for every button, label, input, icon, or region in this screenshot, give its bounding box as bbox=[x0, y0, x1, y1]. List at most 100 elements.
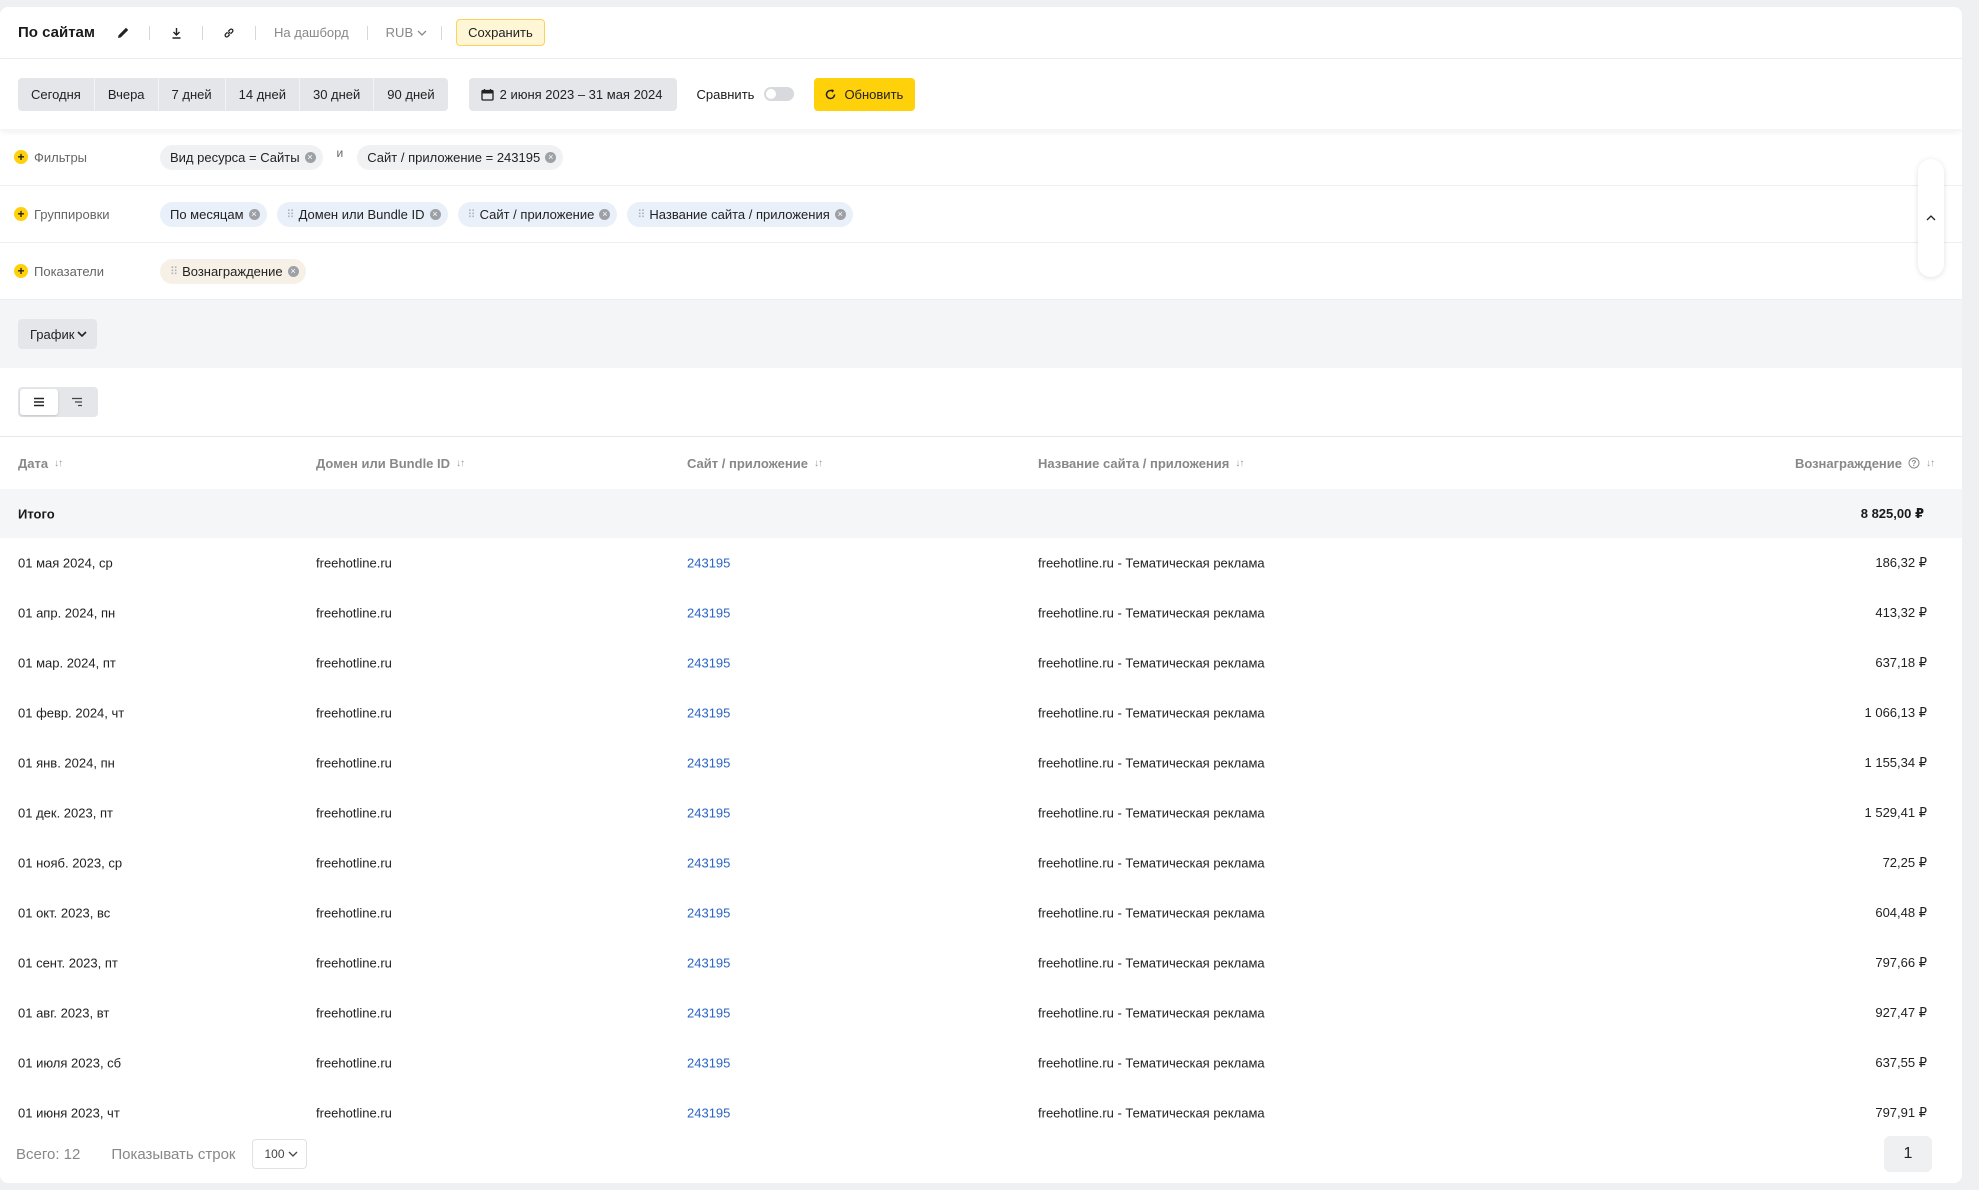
remove-chip-icon[interactable]: × bbox=[304, 151, 316, 163]
list-icon bbox=[34, 397, 44, 407]
drag-handle-icon[interactable]: ⠿ bbox=[170, 265, 178, 278]
remove-chip-icon[interactable]: × bbox=[599, 208, 611, 220]
cell-site-link[interactable]: 243195 bbox=[687, 806, 730, 821]
cell-site-link[interactable]: 243195 bbox=[687, 906, 730, 921]
page-button[interactable]: 1 bbox=[1884, 1136, 1932, 1172]
cell-domain: freehotline.ru bbox=[316, 605, 392, 621]
cell-site-name: freehotline.ru - Тематическая реклама bbox=[1038, 1005, 1265, 1021]
save-button[interactable]: Сохранить bbox=[456, 19, 545, 46]
cell-site-link[interactable]: 243195 bbox=[687, 856, 730, 871]
column-header-reward[interactable]: Вознаграждение ? ↓↑ bbox=[1795, 456, 1935, 471]
cell-site-name: freehotline.ru - Тематическая реклама bbox=[1038, 605, 1265, 621]
add-grouping-button[interactable]: + Группировки bbox=[0, 207, 160, 222]
groupings-section: + Группировки По месяцам × ⠿ Домен или B… bbox=[0, 186, 1962, 243]
sort-icon: ↓↑ bbox=[54, 457, 63, 469]
table-row: 01 окт. 2023, вс freehotline.ru 243195 f… bbox=[0, 888, 1962, 938]
remove-chip-icon[interactable]: × bbox=[287, 265, 299, 277]
download-icon[interactable] bbox=[168, 25, 184, 41]
column-header-label: Сайт / приложение bbox=[687, 455, 808, 471]
help-icon[interactable]: ? bbox=[1908, 457, 1920, 469]
table-body: 01 мая 2024, ср freehotline.ru 243195 fr… bbox=[0, 538, 1962, 1138]
grouping-chip-by-month[interactable]: По месяцам × bbox=[160, 201, 267, 227]
plus-icon: + bbox=[14, 207, 28, 221]
cell-domain: freehotline.ru bbox=[316, 755, 392, 771]
add-metric-button[interactable]: + Показатели bbox=[0, 264, 160, 279]
table-view-toggle bbox=[18, 387, 98, 417]
cell-site-link[interactable]: 243195 bbox=[687, 606, 730, 621]
date-range-button[interactable]: 2 июня 2023 – 31 мая 2024 bbox=[468, 77, 677, 111]
drag-handle-icon[interactable]: ⠿ bbox=[637, 208, 645, 221]
period-30-days-button[interactable]: 30 дней bbox=[300, 77, 375, 111]
cell-site-link[interactable]: 243195 bbox=[687, 706, 730, 721]
remove-chip-icon[interactable]: × bbox=[248, 208, 260, 220]
grouping-chip-site-name[interactable]: ⠿ Название сайта / приложения × bbox=[627, 201, 853, 227]
cell-site-link[interactable]: 243195 bbox=[687, 1006, 730, 1021]
refresh-label: Обновить bbox=[844, 86, 904, 102]
remove-chip-icon[interactable]: × bbox=[545, 151, 557, 163]
filters-label: Фильтры bbox=[34, 149, 88, 165]
cell-site-link[interactable]: 243195 bbox=[687, 956, 730, 971]
cell-reward: 927,47 ₽ bbox=[1875, 1005, 1927, 1020]
collapse-panel-button[interactable] bbox=[1918, 159, 1944, 277]
cell-reward: 186,32 ₽ bbox=[1875, 555, 1927, 570]
edit-pencil-icon[interactable] bbox=[115, 25, 131, 41]
remove-chip-icon[interactable]: × bbox=[429, 208, 441, 220]
cell-site-name: freehotline.ru - Тематическая реклама bbox=[1038, 1105, 1265, 1121]
period-14-days-button[interactable]: 14 дней bbox=[226, 77, 300, 111]
grouping-chip-label: Сайт / приложение bbox=[479, 206, 595, 222]
cell-site-link[interactable]: 243195 bbox=[687, 1056, 730, 1071]
cell-reward: 797,91 ₽ bbox=[1875, 1105, 1927, 1120]
add-filter-button[interactable]: + Фильтры bbox=[0, 150, 160, 165]
tree-view-button[interactable] bbox=[58, 389, 96, 415]
rows-per-page-select[interactable]: 100 bbox=[251, 1139, 307, 1169]
grouping-chip-site[interactable]: ⠿ Сайт / приложение × bbox=[457, 201, 618, 227]
table-footer: Всего: 12 Показывать строк 100 1 bbox=[0, 1125, 1962, 1183]
column-header-date[interactable]: Дата ↓↑ bbox=[18, 455, 63, 471]
metric-chip-reward[interactable]: ⠿ Вознаграждение × bbox=[160, 258, 306, 284]
compare-switch[interactable]: Сравнить bbox=[697, 87, 795, 102]
cell-domain: freehotline.ru bbox=[316, 555, 392, 571]
filter-chip-resource-type[interactable]: Вид ресурса = Сайты × bbox=[160, 144, 323, 170]
table-row: 01 апр. 2024, пн freehotline.ru 243195 f… bbox=[0, 588, 1962, 638]
chart-dropdown-button[interactable]: График bbox=[18, 319, 98, 349]
cell-reward: 72,25 ₽ bbox=[1882, 855, 1927, 870]
grouping-chips: По месяцам × ⠿ Домен или Bundle ID × ⠿ С… bbox=[160, 201, 853, 227]
period-90-days-button[interactable]: 90 дней bbox=[374, 78, 447, 111]
refresh-button[interactable]: Обновить bbox=[814, 77, 916, 111]
column-header-site-name[interactable]: Название сайта / приложения ↓↑ bbox=[1038, 456, 1244, 471]
toolbar-divider bbox=[255, 25, 256, 40]
dashboard-link[interactable]: На дашборд bbox=[274, 25, 349, 40]
link-icon[interactable] bbox=[221, 25, 237, 41]
column-header-label: Дата bbox=[18, 455, 49, 471]
cell-domain: freehotline.ru bbox=[316, 1005, 392, 1021]
scrollbar[interactable] bbox=[1964, 0, 1977, 1190]
filter-chip-site[interactable]: Сайт / приложение = 243195 × bbox=[357, 144, 564, 170]
flat-view-button[interactable] bbox=[20, 389, 58, 415]
table-row: 01 мар. 2024, пт freehotline.ru 243195 f… bbox=[0, 638, 1962, 688]
cell-date: 01 сент. 2023, пт bbox=[18, 955, 118, 971]
period-7-days-button[interactable]: 7 дней bbox=[159, 77, 226, 111]
table-row: 01 авг. 2023, вт freehotline.ru 243195 f… bbox=[0, 988, 1962, 1038]
drag-handle-icon[interactable]: ⠿ bbox=[468, 208, 476, 221]
grouping-chip-domain[interactable]: ⠿ Домен или Bundle ID × bbox=[276, 201, 448, 227]
period-today-button[interactable]: Сегодня bbox=[18, 77, 95, 111]
drag-handle-icon[interactable]: ⠿ bbox=[287, 208, 295, 221]
tree-icon bbox=[72, 397, 82, 407]
currency-dropdown[interactable]: RUB bbox=[386, 25, 427, 40]
compare-toggle[interactable] bbox=[764, 87, 795, 101]
chart-strip: График bbox=[0, 300, 1962, 368]
filter-and-word: и bbox=[336, 146, 344, 160]
column-header-domain[interactable]: Домен или Bundle ID ↓↑ bbox=[316, 456, 465, 471]
cell-domain: freehotline.ru bbox=[316, 855, 392, 871]
table-row: 01 дек. 2023, пт freehotline.ru 243195 f… bbox=[0, 788, 1962, 838]
cell-site-link[interactable]: 243195 bbox=[687, 756, 730, 771]
cell-site-link[interactable]: 243195 bbox=[687, 1106, 730, 1121]
cell-date: 01 окт. 2023, вс bbox=[18, 905, 111, 921]
sort-icon: ↓↑ bbox=[456, 457, 465, 469]
svg-text:?: ? bbox=[1912, 459, 1917, 468]
cell-site-link[interactable]: 243195 bbox=[687, 556, 730, 571]
remove-chip-icon[interactable]: × bbox=[834, 208, 846, 220]
cell-site-link[interactable]: 243195 bbox=[687, 656, 730, 671]
period-yesterday-button[interactable]: Вчера bbox=[95, 77, 159, 111]
column-header-site[interactable]: Сайт / приложение ↓↑ bbox=[687, 455, 823, 471]
